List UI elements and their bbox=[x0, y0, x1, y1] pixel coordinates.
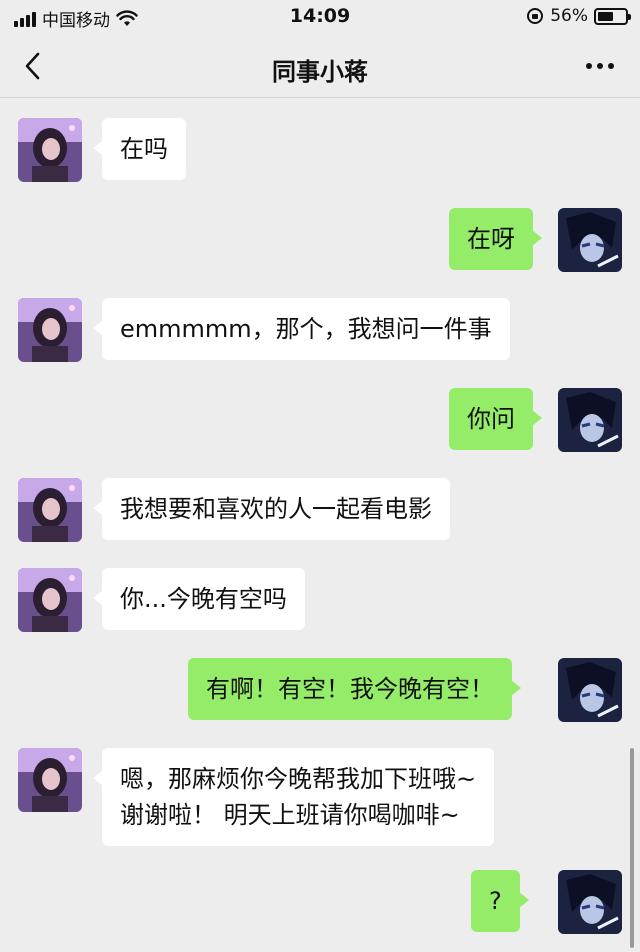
my-avatar[interactable] bbox=[558, 208, 622, 272]
contact-avatar-image bbox=[18, 118, 82, 182]
contact-avatar-image bbox=[18, 568, 82, 632]
status-right: 56% bbox=[526, 6, 631, 26]
my-avatar[interactable] bbox=[558, 658, 622, 722]
contact-avatar[interactable] bbox=[18, 478, 82, 542]
message-bubble-outgoing[interactable]: 你问 bbox=[449, 388, 542, 450]
contact-avatar-image bbox=[18, 298, 82, 362]
chat-header: 同事小蒋 bbox=[0, 34, 640, 98]
my-avatar-image bbox=[558, 658, 622, 722]
contact-avatar[interactable] bbox=[18, 118, 82, 182]
contact-avatar-image bbox=[18, 478, 82, 542]
chat-scrollbar[interactable] bbox=[630, 748, 634, 948]
message-bubble-incoming[interactable]: 你...今晚有空吗 bbox=[93, 568, 305, 630]
more-dot-icon bbox=[608, 63, 614, 69]
more-options-button[interactable] bbox=[582, 54, 618, 78]
status-bar: 中国移动 14:09 56% bbox=[0, 0, 640, 34]
battery-fill bbox=[598, 11, 613, 21]
contact-avatar[interactable] bbox=[18, 568, 82, 632]
contact-avatar[interactable] bbox=[18, 748, 82, 812]
message-bubble-incoming[interactable]: 我想要和喜欢的人一起看电影 bbox=[93, 478, 450, 540]
message-bubble-incoming[interactable]: 在吗 bbox=[93, 118, 186, 180]
my-avatar-image bbox=[558, 388, 622, 452]
battery-percent: 56% bbox=[550, 6, 588, 26]
rotation-lock-icon bbox=[527, 8, 544, 24]
message-bubble-outgoing[interactable]: 有啊！有空！我今晚有空！ bbox=[188, 658, 521, 720]
message-bubble-incoming[interactable]: 嗯，那麻烦你今晚帮我加下班哦~ 谢谢啦！ 明天上班请你喝咖啡~ bbox=[92, 748, 495, 846]
my-avatar[interactable] bbox=[558, 870, 622, 934]
contact-avatar-image bbox=[18, 748, 82, 812]
message-bubble-incoming[interactable]: emmmmm，那个，我想问一件事 bbox=[93, 298, 510, 360]
message-line: 谢谢啦！ 明天上班请你喝咖啡~ bbox=[120, 801, 460, 829]
more-dot-icon bbox=[586, 63, 592, 69]
chat-title: 同事小蒋 bbox=[272, 58, 368, 86]
my-avatar-image bbox=[558, 208, 622, 272]
my-avatar[interactable] bbox=[558, 388, 622, 452]
contact-avatar[interactable] bbox=[18, 298, 82, 362]
message-bubble-outgoing[interactable]: 在呀 bbox=[449, 208, 542, 270]
my-avatar-image bbox=[558, 870, 622, 934]
battery-icon bbox=[594, 7, 631, 25]
message-bubble-outgoing[interactable]: ? bbox=[471, 870, 529, 932]
more-dot-icon bbox=[597, 63, 603, 69]
message-line: 嗯，那麻烦你今晚帮我加下班哦~ bbox=[120, 765, 477, 793]
